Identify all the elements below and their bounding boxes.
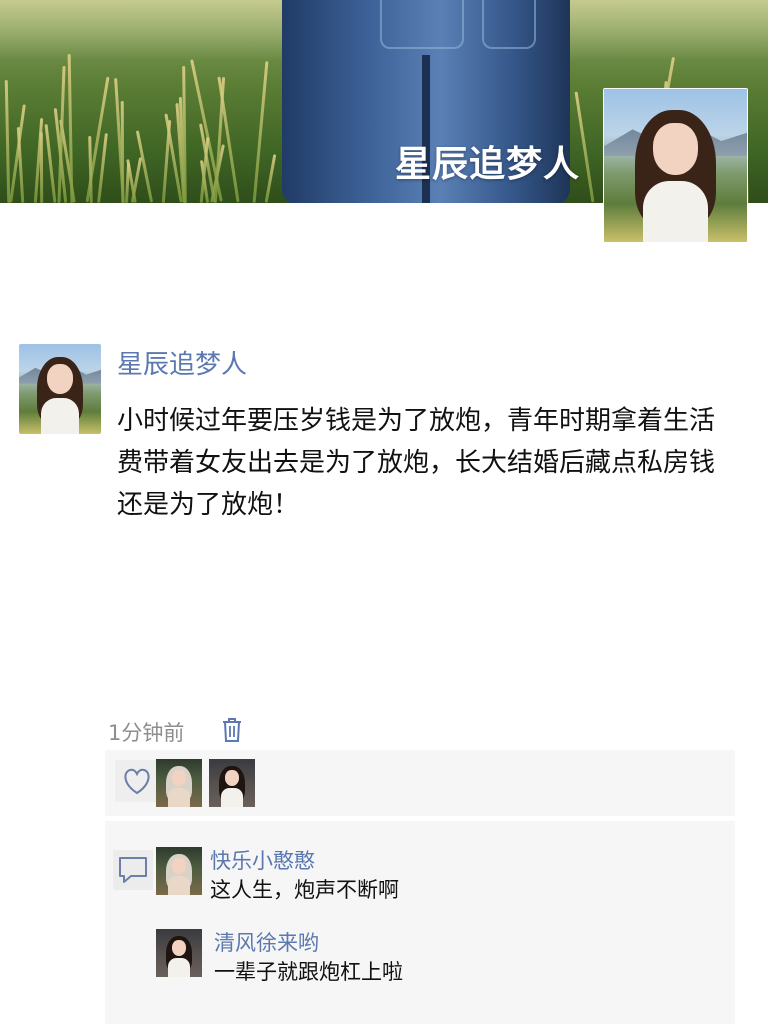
commenter-avatar[interactable] — [156, 929, 202, 977]
post-content: 小时候过年要压岁钱是为了放炮，青年时期拿着生活费带着女友出去是为了放炮，长大结婚… — [117, 406, 716, 520]
grass-blade — [44, 123, 57, 203]
jeans-pocket — [380, 0, 464, 49]
comment-icon — [119, 857, 147, 883]
liker-avatar[interactable] — [156, 759, 202, 807]
grass-blade — [252, 60, 269, 203]
comment-text: 一辈子就跟炮杠上啦 — [214, 960, 403, 984]
grass-blade — [87, 136, 93, 203]
comment-text: 这人生，炮声不断啊 — [210, 878, 399, 902]
grass-blade — [5, 79, 11, 203]
commenter-avatar[interactable] — [156, 847, 202, 895]
profile-avatar[interactable] — [603, 88, 748, 243]
like-heart-box[interactable] — [115, 760, 159, 802]
cover-username: 星辰追梦人 — [394, 144, 580, 185]
grass-blade — [97, 133, 109, 203]
grass-blade — [67, 54, 74, 203]
post-author-name[interactable]: 星辰追梦人 — [117, 344, 247, 381]
comment-author[interactable]: 清风徐来哟 — [214, 927, 319, 957]
grass-blade — [264, 154, 277, 203]
post-author-avatar[interactable] — [19, 344, 101, 434]
liker-avatar[interactable] — [209, 759, 255, 807]
trash-icon[interactable] — [221, 717, 243, 743]
comment-icon-box[interactable] — [113, 850, 153, 890]
likes-panel — [105, 750, 735, 816]
grass-blade — [121, 101, 125, 203]
post-time: 1分钟前 — [108, 721, 185, 745]
comments-panel: 快乐小憨憨 这人生，炮声不断啊 清风徐来哟 一辈子就跟炮杠上啦 — [105, 821, 735, 1024]
comment-author[interactable]: 快乐小憨憨 — [210, 845, 315, 875]
jeans-pocket — [482, 0, 536, 49]
heart-icon — [124, 768, 150, 795]
grass-blade — [214, 77, 226, 203]
